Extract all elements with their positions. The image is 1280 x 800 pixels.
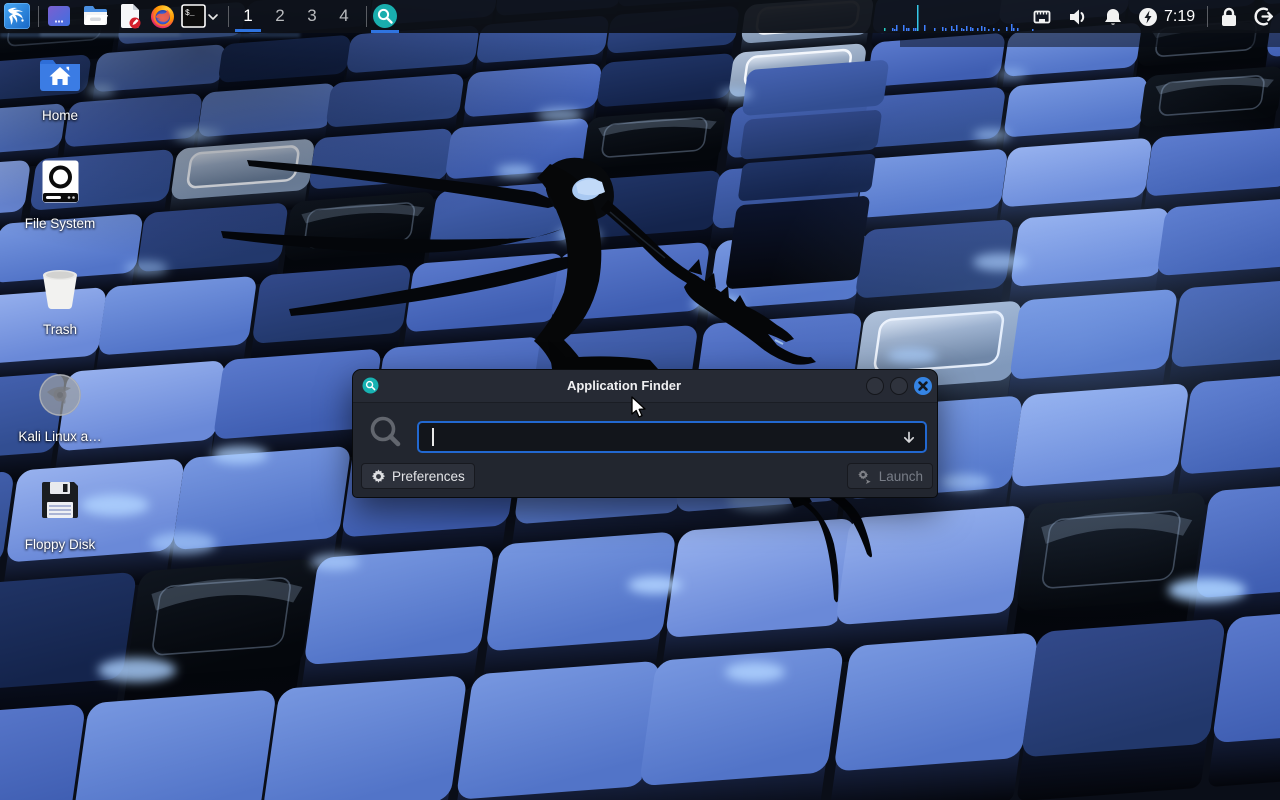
svg-text:$_: $_ — [185, 9, 195, 18]
